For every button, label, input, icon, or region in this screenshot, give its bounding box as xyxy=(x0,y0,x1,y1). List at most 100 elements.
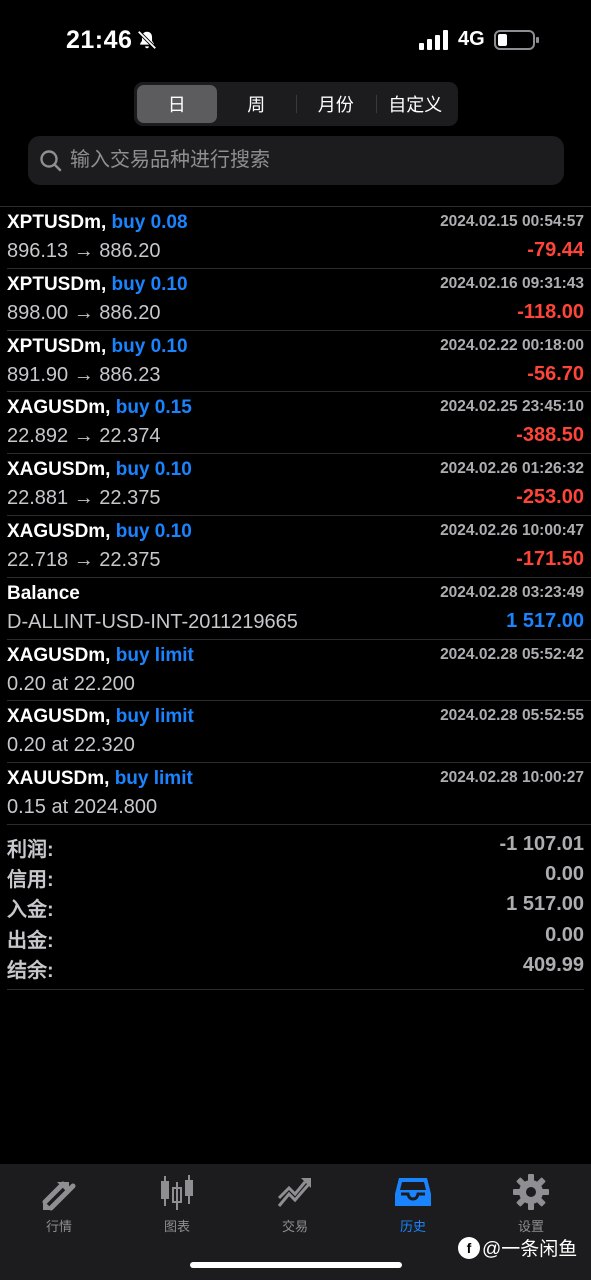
row-action: buy 0.10 xyxy=(111,273,188,295)
tab-settings[interactable]: 设置 xyxy=(481,1172,581,1242)
inbox-history-icon xyxy=(395,1178,431,1206)
history-summary: 利润: -1 107.01 信用: 0.00 入金: 1 517.00 出金: … xyxy=(7,830,584,990)
row-action: buy 0.10 xyxy=(115,520,192,542)
history-row[interactable]: XPTUSDm, buy 0.08 896.13 → 886.20 2024.0… xyxy=(7,207,591,269)
summary-value: 0.00 xyxy=(545,923,584,946)
tab-label: 交易 xyxy=(281,1219,308,1234)
tab-charts[interactable]: 图表 xyxy=(127,1172,227,1242)
row-detail: D-ALLINT-USD-INT-2011219665 xyxy=(7,610,298,633)
row-symbol: Balance xyxy=(7,582,80,604)
period-segmented-control: 日 周 月份 自定义 xyxy=(134,82,458,126)
row-profit: -253.00 xyxy=(516,486,584,509)
history-row-order[interactable]: XAUUSDm, buy limit 0.15 at 2024.800 2024… xyxy=(7,763,591,825)
history-row-order[interactable]: XAGUSDm, buy limit 0.20 at 22.320 2024.0… xyxy=(7,701,591,764)
xianyu-logo-icon: f xyxy=(458,1236,480,1259)
tab-label: 设置 xyxy=(517,1219,544,1234)
history-row-order[interactable]: XAGUSDm, buy limit 0.20 at 22.200 2024.0… xyxy=(7,640,591,702)
candlestick-icon xyxy=(161,1175,193,1210)
status-time: 21:46 xyxy=(66,26,133,54)
summary-row-balance: 结余: 409.99 xyxy=(7,951,584,982)
row-action: buy 0.10 xyxy=(115,459,192,481)
history-row-balance[interactable]: Balance D-ALLINT-USD-INT-2011219665 2024… xyxy=(7,578,591,640)
row-symbol: XAGUSDm, xyxy=(7,520,111,542)
tab-label: 行情 xyxy=(45,1219,72,1234)
row-symbol: XAGUSDm, xyxy=(7,397,111,419)
row-action: buy 0.08 xyxy=(111,212,188,233)
row-datetime: 2024.02.15 00:54:57 xyxy=(440,213,584,230)
row-symbol: XPTUSDm, xyxy=(7,335,107,357)
row-profit: -56.70 xyxy=(527,362,584,385)
row-datetime: 2024.02.22 00:18:00 xyxy=(440,336,584,354)
bell-muted-icon xyxy=(137,30,157,50)
row-action: buy limit xyxy=(114,768,193,790)
home-indicator xyxy=(190,1262,402,1268)
row-detail: 891.90 → 886.23 xyxy=(7,363,161,386)
summary-label: 结余: xyxy=(7,959,54,982)
search-input[interactable] xyxy=(70,149,530,172)
summary-row-credit: 信用: 0.00 xyxy=(7,860,584,892)
summary-value: 1 517.00 xyxy=(506,893,584,916)
search-icon xyxy=(40,149,62,171)
row-action: buy 0.10 xyxy=(111,335,188,357)
search-bar[interactable] xyxy=(28,136,564,185)
row-profit: -388.50 xyxy=(516,424,584,447)
tab-month[interactable]: 月份 xyxy=(296,85,376,123)
summary-value: 0.00 xyxy=(545,863,584,886)
trade-chart-icon xyxy=(277,1178,311,1207)
row-profit: -118.00 xyxy=(517,300,584,323)
row-datetime: 2024.02.26 01:26:32 xyxy=(440,460,584,478)
row-action: buy 0.15 xyxy=(115,397,192,419)
quotes-arrows-icon xyxy=(42,1181,76,1211)
watermark: f @一条闲鱼 xyxy=(458,1234,577,1261)
summary-label: 利润: xyxy=(7,839,54,861)
tab-label: 历史 xyxy=(399,1219,426,1234)
row-datetime: 2024.02.25 23:45:10 xyxy=(440,398,584,416)
row-datetime: 2024.02.16 09:31:43 xyxy=(440,274,584,292)
row-detail: 22.892 → 22.374 xyxy=(7,425,161,448)
row-amount: 1 517.00 xyxy=(506,609,584,632)
status-bar: 21:46 4G xyxy=(0,0,591,78)
row-detail: 0.20 at 22.320 xyxy=(7,734,135,757)
tab-quotes[interactable]: 行情 xyxy=(9,1172,109,1242)
row-datetime: 2024.02.28 05:52:55 xyxy=(440,707,584,725)
row-datetime: 2024.02.28 03:23:49 xyxy=(440,583,584,601)
summary-label: 出金: xyxy=(7,929,54,952)
row-detail: 22.718 → 22.375 xyxy=(7,548,161,571)
row-datetime: 2024.02.26 10:00:47 xyxy=(440,521,584,539)
history-row[interactable]: XPTUSDm, buy 0.10 898.00 → 886.20 2024.0… xyxy=(7,269,591,331)
row-profit: -79.44 xyxy=(527,239,584,261)
battery-icon xyxy=(494,30,539,50)
row-detail: 22.881 → 22.375 xyxy=(7,487,161,510)
row-symbol: XAGUSDm, xyxy=(7,644,111,666)
watermark-text: @一条闲鱼 xyxy=(482,1239,578,1260)
tab-trade[interactable]: 交易 xyxy=(245,1172,345,1242)
row-datetime: 2024.02.28 05:52:42 xyxy=(440,645,584,663)
tab-custom[interactable]: 自定义 xyxy=(375,85,456,123)
signal-bars-icon xyxy=(419,30,448,50)
history-row[interactable]: XAGUSDm, buy 0.10 22.881 → 22.375 2024.0… xyxy=(7,454,591,516)
history-list: XPTUSDm, buy 0.08 896.13 → 886.20 2024.0… xyxy=(0,206,591,825)
row-detail: 898.00 → 886.20 xyxy=(7,301,161,324)
row-symbol: XPTUSDm, xyxy=(7,273,107,295)
history-row[interactable]: XPTUSDm, buy 0.10 891.90 → 886.23 2024.0… xyxy=(7,331,591,393)
row-symbol: XAGUSDm, xyxy=(7,459,111,481)
row-datetime: 2024.02.28 10:00:27 xyxy=(440,769,584,787)
tab-week[interactable]: 周 xyxy=(217,85,297,123)
history-row[interactable]: XAGUSDm, buy 0.10 22.718 → 22.375 2024.0… xyxy=(7,516,591,578)
summary-row-profit: 利润: -1 107.01 xyxy=(7,830,584,861)
summary-label: 入金: xyxy=(7,899,54,922)
summary-row-withdrawal: 出金: 0.00 xyxy=(7,921,584,952)
history-row[interactable]: XAGUSDm, buy 0.15 22.892 → 22.374 2024.0… xyxy=(7,392,591,455)
row-detail: 896.13 → 886.20 xyxy=(7,240,161,262)
summary-value: 409.99 xyxy=(522,953,584,976)
row-symbol: XAGUSDm, xyxy=(7,706,111,728)
row-detail: 0.15 at 2024.800 xyxy=(7,796,158,819)
tab-history[interactable]: 历史 xyxy=(363,1172,463,1242)
summary-value: -1 107.01 xyxy=(499,833,584,855)
row-profit: -171.50 xyxy=(516,547,584,570)
row-detail: 0.20 at 22.200 xyxy=(7,672,135,695)
network-type: 4G xyxy=(458,28,485,50)
summary-label: 信用: xyxy=(7,869,54,892)
tab-day[interactable]: 日 xyxy=(137,85,217,123)
row-action: buy limit xyxy=(115,706,194,728)
